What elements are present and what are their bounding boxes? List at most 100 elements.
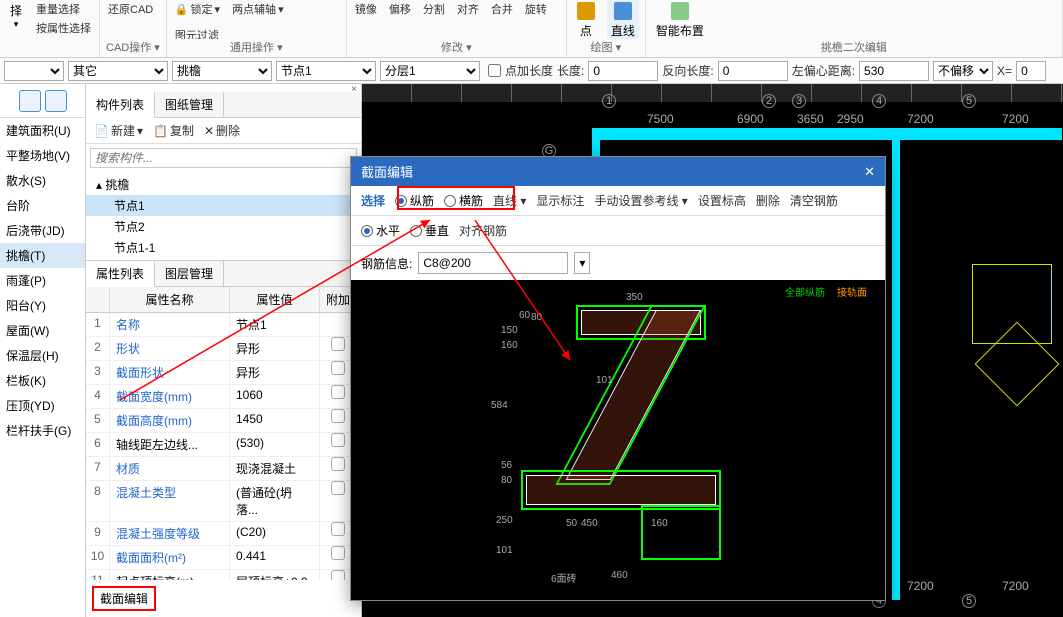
anno-all-rebar: 全部纵筋	[785, 284, 825, 299]
property-row[interactable]: 2形状异形	[86, 337, 361, 361]
component-node-2[interactable]: 节点2	[86, 216, 361, 237]
x-label: X=	[997, 64, 1012, 78]
add-length-checkbox[interactable]	[488, 64, 501, 77]
property-row[interactable]: 10截面面积(m²)0.441	[86, 546, 361, 570]
tree-item[interactable]: 台阶	[0, 193, 85, 218]
category-select[interactable]: 其它	[68, 61, 168, 81]
tree-item[interactable]: 阳台(Y)	[0, 293, 85, 318]
reverse-length-label: 反向长度:	[662, 62, 713, 79]
grid-axis-2: 2	[762, 94, 776, 108]
select-big-button[interactable]: 择▾	[6, 0, 26, 32]
tab-drawing-manage[interactable]: 图纸管理	[155, 92, 224, 117]
property-row[interactable]: 6轴线距左边线...(530)	[86, 433, 361, 457]
tree-item[interactable]: 雨蓬(P)	[0, 268, 85, 293]
tree-item[interactable]: 栏杆扶手(G)	[0, 418, 85, 443]
dim-5: 7200	[907, 112, 934, 126]
rebar-info-input[interactable]	[418, 252, 568, 274]
dialog-align-rebar-button[interactable]: 对齐钢筋	[459, 222, 507, 239]
grid-view-button[interactable]	[45, 90, 67, 112]
component-root[interactable]: ▴ 挑檐	[86, 174, 361, 195]
dialog-show-anno-button[interactable]: 显示标注	[536, 192, 584, 209]
dialog-line-button[interactable]: 直线 ▾	[493, 192, 526, 209]
list-view-button[interactable]	[19, 90, 41, 112]
delete-button[interactable]: ✕删除	[204, 122, 240, 139]
dialog-select-button[interactable]: 选择	[361, 192, 385, 209]
radio-cross[interactable]: 横筋	[444, 192, 483, 209]
ribbon-btn-weight-select[interactable]: 重量选择	[34, 0, 93, 18]
context-toolbar: 其它 挑檐 节点1 分层1 点加长度 长度: 反向长度: 左偏心距离: 不偏移 …	[0, 58, 1063, 84]
tab-component-list[interactable]: 构件列表	[86, 92, 155, 118]
ribbon-btn-offset[interactable]: 偏移	[387, 0, 413, 18]
dialog-section-canvas[interactable]: 全部纵筋 接轨面 350 150 160 60 80 101 584 56 80…	[351, 280, 885, 600]
ribbon-btn-rotate[interactable]: 旋转	[523, 0, 549, 18]
property-row[interactable]: 5截面高度(mm)1450	[86, 409, 361, 433]
component-list: ▴ 挑檐 节点1 节点2 节点1-1	[86, 172, 361, 261]
property-row[interactable]: 7材质现浇混凝土	[86, 457, 361, 481]
ribbon-btn-restore-cad[interactable]: 还原CAD	[106, 0, 155, 18]
dlg-dim-150: 150	[501, 325, 518, 336]
component-panel: × 构件列表 图纸管理 📄新建▾ 📋复制 ✕删除 ▴ 挑檐 节点1 节点2 节点…	[86, 84, 362, 617]
ribbon-btn-point[interactable]: 点	[573, 0, 599, 39]
floor-select[interactable]	[4, 61, 64, 81]
dlg-dim-56: 56	[501, 460, 512, 471]
property-row[interactable]: 11起点顶标高(m)层顶标高+0.9	[86, 570, 361, 580]
property-row[interactable]: 1名称节点1	[86, 313, 361, 337]
tree-item[interactable]: 散水(S)	[0, 168, 85, 193]
ribbon-btn-attr-select[interactable]: 按属性选择	[34, 19, 93, 37]
dialog-close-icon[interactable]: ✕	[864, 164, 875, 180]
search-input[interactable]	[90, 148, 357, 168]
x-input[interactable]	[1016, 61, 1046, 81]
grid-bottom-5: 5	[962, 594, 976, 608]
ribbon-btn-split[interactable]: 分割	[421, 0, 447, 18]
layer-select[interactable]: 分层1	[380, 61, 480, 81]
radio-horizontal[interactable]: 水平	[361, 222, 400, 239]
component-node-1[interactable]: 节点1	[86, 195, 361, 216]
type-select[interactable]: 挑檐	[172, 61, 272, 81]
offset-select[interactable]: 不偏移	[933, 61, 993, 81]
tab-property-list[interactable]: 属性列表	[86, 261, 155, 287]
eccentric-input[interactable]	[859, 61, 929, 81]
reverse-length-input[interactable]	[718, 61, 788, 81]
dialog-clear-rebar-button[interactable]: 清空钢筋	[790, 192, 838, 209]
copy-button[interactable]: 📋复制	[153, 122, 194, 139]
dialog-set-elev-button[interactable]: 设置标高	[698, 192, 746, 209]
dialog-titlebar[interactable]: 截面编辑 ✕	[351, 157, 885, 186]
property-row[interactable]: 9混凝土强度等级(C20)	[86, 522, 361, 546]
property-row[interactable]: 3截面形状异形	[86, 361, 361, 385]
ribbon-btn-merge[interactable]: 合并	[489, 0, 515, 18]
ribbon-label-eaves: 挑檐二次编辑	[652, 39, 1056, 57]
property-row[interactable]: 8混凝土类型(普通砼(坍落...	[86, 481, 361, 522]
dialog-manual-ref-button[interactable]: 手动设置参考线 ▾	[594, 192, 687, 209]
dlg-dim-350: 350	[626, 292, 643, 303]
tree-item[interactable]: 挑檐(T)	[0, 243, 85, 268]
dlg-dim-460: 460	[611, 570, 628, 581]
ribbon-btn-smart-layout[interactable]: 智能布置	[652, 0, 708, 39]
tree-item[interactable]: 建筑面积(U)	[0, 118, 85, 143]
tree-item[interactable]: 保温层(H)	[0, 343, 85, 368]
ribbon-btn-lock[interactable]: 🔒锁定▾	[173, 0, 222, 18]
length-input[interactable]	[588, 61, 658, 81]
tree-item[interactable]: 后浇带(JD)	[0, 218, 85, 243]
ribbon-btn-two-point-axis[interactable]: 两点辅轴▾	[230, 0, 286, 18]
property-row[interactable]: 4截面宽度(mm)1060	[86, 385, 361, 409]
bottom-dim-1: 7200	[907, 579, 934, 593]
dialog-delete-button[interactable]: 删除	[756, 192, 780, 209]
component-node-3[interactable]: 节点1-1	[86, 237, 361, 258]
ribbon-btn-mirror[interactable]: 镜像	[353, 0, 379, 18]
section-edit-button[interactable]: 截面编辑	[92, 586, 156, 611]
tree-item[interactable]: 平整场地(V)	[0, 143, 85, 168]
tree-item[interactable]: 栏板(K)	[0, 368, 85, 393]
rebar-info-dropdown-icon[interactable]: ▾	[574, 252, 590, 274]
tab-layer-manage[interactable]: 图层管理	[155, 261, 224, 286]
tree-item[interactable]: 压顶(YD)	[0, 393, 85, 418]
ribbon-btn-align[interactable]: 对齐	[455, 0, 481, 18]
ribbon-btn-element-filter[interactable]: 图元过滤	[173, 26, 221, 39]
radio-vertical[interactable]: 垂直	[410, 222, 449, 239]
radio-longitudinal[interactable]: 纵筋	[395, 192, 434, 209]
panel-close-icon[interactable]: ×	[86, 84, 361, 92]
node-select[interactable]: 节点1	[276, 61, 376, 81]
ribbon-btn-line[interactable]: 直线	[607, 0, 639, 39]
dialog-orientation-row: 水平 垂直 对齐钢筋	[351, 216, 885, 246]
tree-item[interactable]: 屋面(W)	[0, 318, 85, 343]
new-button[interactable]: 📄新建▾	[94, 122, 143, 139]
